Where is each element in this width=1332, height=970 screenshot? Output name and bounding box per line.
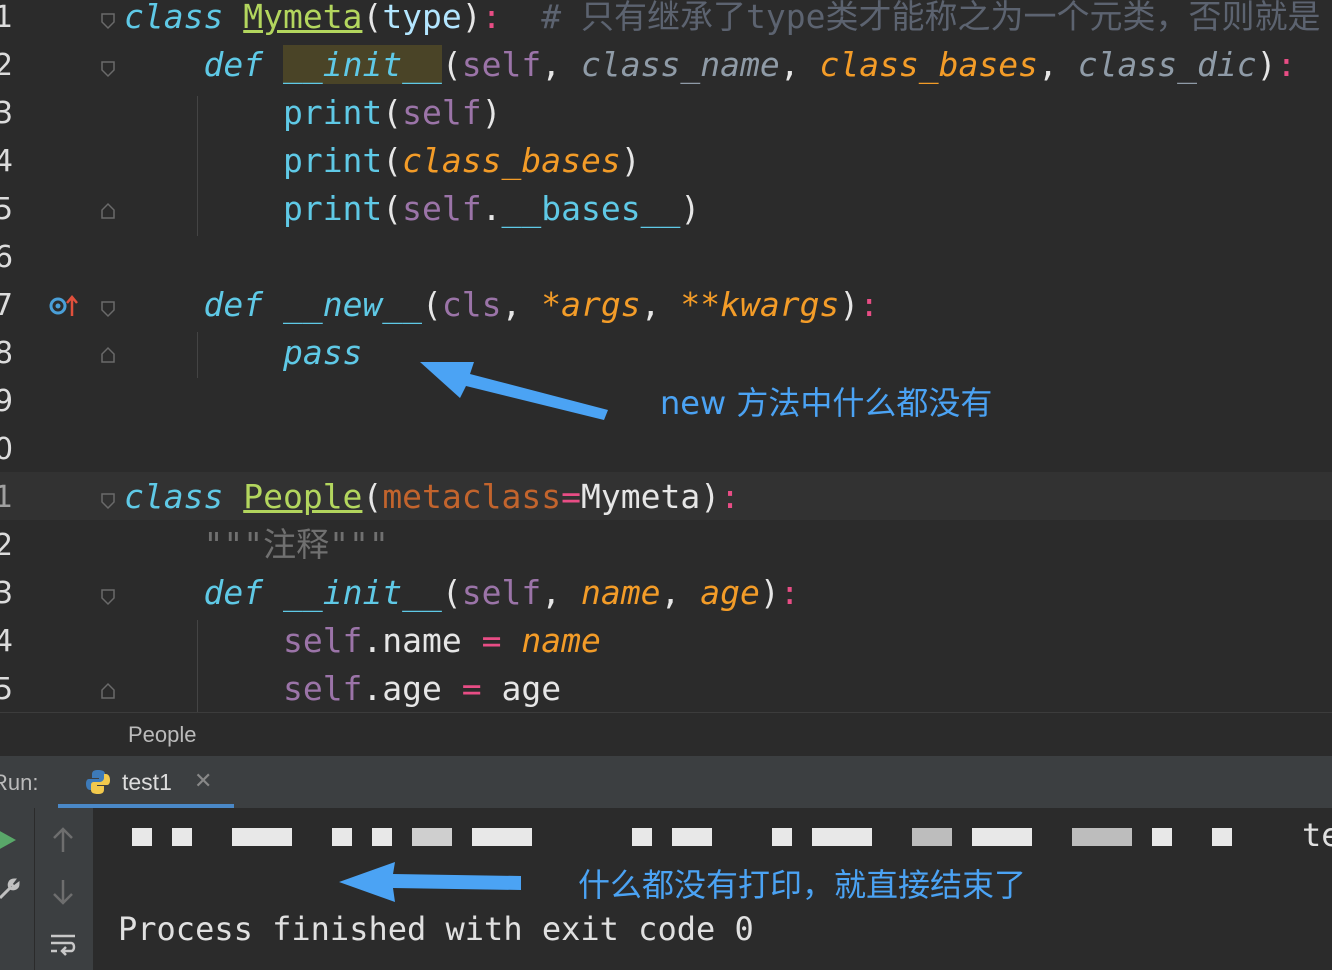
code-line-5[interactable]: 5 print(self.__bases__): [0, 190, 1332, 240]
fold-marker-icon[interactable]: [100, 682, 116, 702]
line-number: 4: [0, 624, 14, 659]
line-number: 3: [0, 96, 14, 131]
run-icon[interactable]: [0, 828, 18, 852]
annotation-arrow: [339, 862, 521, 902]
down-arrow-icon[interactable]: [51, 878, 75, 906]
docstring: """注释""": [203, 525, 389, 564]
line-number: 7: [0, 288, 14, 323]
line-number: 8: [0, 336, 14, 371]
line-number: 6: [0, 240, 14, 275]
redacted-path: [472, 828, 532, 846]
redacted-path: [132, 828, 152, 846]
breadcrumb[interactable]: People: [0, 712, 1332, 757]
run-console[interactable]: te 什么都没有打印，就直接结束了 Process finished with …: [0, 808, 1332, 970]
code-line-14[interactable]: 4 self.name = name: [0, 622, 1332, 672]
fold-marker-icon[interactable]: [100, 10, 116, 30]
run-gutter-left: [0, 808, 34, 970]
run-toolbar: Run: test1 ✕: [0, 756, 1332, 808]
line-number: 2: [0, 48, 14, 83]
fold-marker-icon[interactable]: [100, 490, 116, 510]
breadcrumb-item[interactable]: People: [128, 722, 197, 748]
fold-marker-icon[interactable]: [100, 346, 116, 366]
redacted-path: [912, 828, 952, 846]
python-icon: [86, 770, 110, 794]
code-line-13[interactable]: 3 def __init__(self, name, age):: [0, 574, 1332, 624]
redacted-path: [332, 828, 352, 846]
line-number: 9: [0, 384, 14, 419]
up-arrow-icon[interactable]: [51, 826, 75, 854]
fold-marker-icon[interactable]: [100, 58, 116, 78]
code-line-7[interactable]: 7 def __new__(cls, *args, **kwargs):: [0, 286, 1332, 336]
redacted-path: [372, 828, 392, 846]
comment: # 只有继承了type类才能称之为一个元类，否则就是: [541, 0, 1321, 36]
tab-label: test1: [122, 769, 172, 795]
method-name: __init__: [282, 45, 442, 84]
keyword: class: [124, 0, 224, 36]
fold-marker-icon[interactable]: [100, 298, 116, 318]
close-icon[interactable]: ✕: [194, 768, 212, 794]
redacted-path: [972, 828, 1032, 846]
line-number: 5: [0, 192, 14, 227]
code-line-1[interactable]: 1 class Mymeta(type): # 只有继承了type类才能称之为一…: [0, 0, 1332, 48]
code-line-4[interactable]: 4 print(class_bases): [0, 142, 1332, 192]
redacted-path: [772, 828, 792, 846]
redacted-path: [412, 828, 452, 846]
code-editor[interactable]: 1 class Mymeta(type): # 只有继承了type类才能称之为一…: [0, 0, 1332, 712]
fold-marker-icon[interactable]: [100, 202, 116, 222]
line-number: 4: [0, 144, 14, 179]
line-number: 1: [0, 480, 14, 515]
redacted-path: [1072, 828, 1132, 846]
code-line-2[interactable]: 2 def __init__(self, class_name, class_b…: [0, 45, 1332, 96]
redacted-path: [672, 828, 712, 846]
annotation-arrow: [420, 362, 608, 420]
code-line-3[interactable]: 3 print(self): [0, 94, 1332, 144]
wrench-icon[interactable]: [0, 876, 20, 902]
code-line-15[interactable]: 5 self.age = age: [0, 670, 1332, 712]
redacted-path: [812, 828, 872, 846]
override-gutter-icon[interactable]: [48, 292, 78, 320]
base-class: type: [382, 0, 462, 36]
annotation-new-note: new 方法中什么都没有: [660, 384, 993, 422]
code-line-11[interactable]: 1 class People(metaclass=Mymeta):: [0, 472, 1332, 520]
class-name: Mymeta: [243, 0, 363, 36]
redacted-path: [172, 828, 192, 846]
redacted-path: [1152, 828, 1172, 846]
run-label: Run:: [0, 770, 39, 795]
tab-test1[interactable]: test1 ✕: [58, 756, 234, 808]
annotation-print-note: 什么都没有打印，就直接结束了: [578, 866, 1027, 904]
soft-wrap-icon[interactable]: [49, 930, 77, 958]
line-number: 1: [0, 0, 14, 35]
line-number: 2: [0, 528, 14, 563]
code-line-8[interactable]: 8 pass: [0, 334, 1332, 384]
line-number: 5: [0, 672, 14, 707]
line-number: 3: [0, 576, 14, 611]
run-gutter-right: [34, 808, 93, 970]
fold-marker-icon[interactable]: [100, 586, 116, 606]
exit-message: Process finished with exit code 0: [118, 910, 754, 948]
code-line-6[interactable]: 6: [0, 240, 1332, 288]
redacted-path: [632, 828, 652, 846]
redacted-path: [1212, 828, 1232, 846]
console-path-tail: te: [1302, 816, 1332, 854]
redacted-path: [232, 828, 292, 846]
code-line-12[interactable]: 2 """注释""": [0, 525, 1332, 576]
